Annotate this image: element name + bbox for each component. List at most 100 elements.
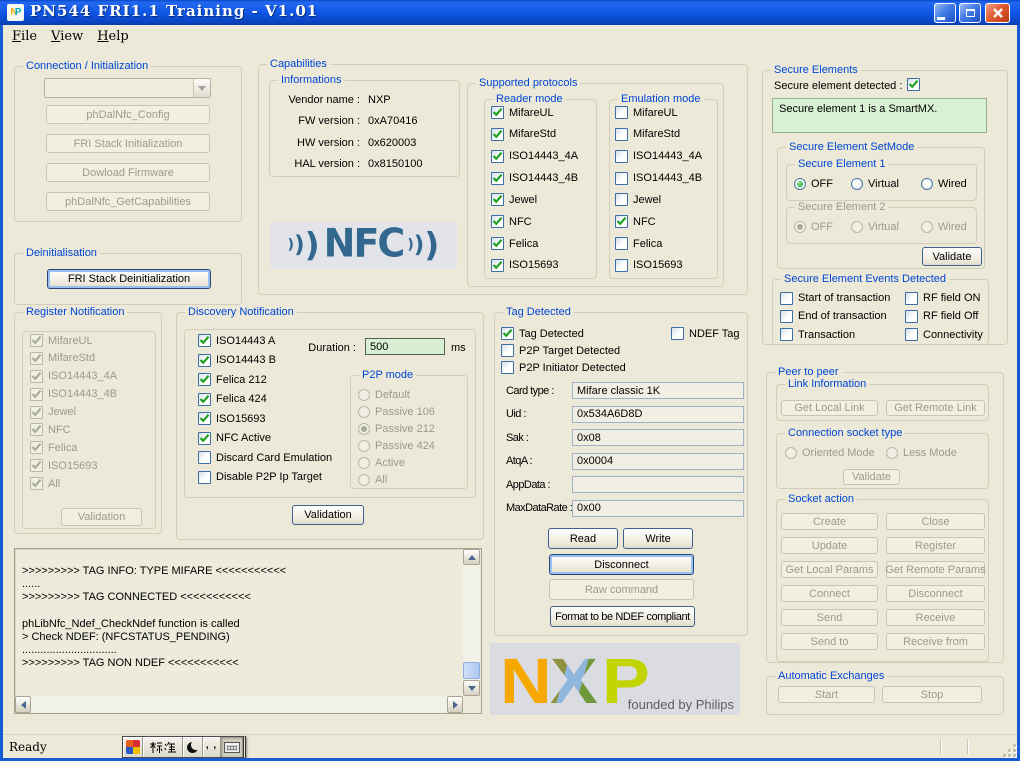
- checkbox-p2p-target-detected[interactable]: [501, 344, 514, 357]
- radio-off[interactable]: [794, 178, 806, 190]
- ime-fullwidth-moon-icon[interactable]: [183, 737, 203, 757]
- ime-program-icon[interactable]: [123, 737, 143, 757]
- phdalnfc-config-button[interactable]: phDalNfc_Config: [46, 105, 210, 124]
- scroll-up-button[interactable]: [463, 549, 480, 565]
- radio-default[interactable]: [358, 389, 370, 401]
- send-to-button[interactable]: Send to: [781, 633, 878, 650]
- checkbox-all[interactable]: [30, 477, 43, 490]
- checkbox-ndef-tag[interactable]: [671, 327, 684, 340]
- log-output[interactable]: >>>>>>>>> TAG INFO: TYPE MIFARE <<<<<<<<…: [14, 548, 482, 714]
- checkbox-rf-field-on[interactable]: [905, 291, 918, 305]
- checkbox-mifarestd[interactable]: [615, 127, 628, 141]
- duration-input[interactable]: 500: [365, 338, 445, 355]
- checkbox-p2p-initiator-detected[interactable]: [501, 361, 514, 374]
- checkbox-nfc[interactable]: [30, 423, 43, 437]
- radio-less-mode[interactable]: [886, 447, 898, 459]
- checkbox-mifarestd[interactable]: [491, 127, 504, 141]
- checkbox-discard-card-emulation[interactable]: [198, 451, 211, 465]
- receive-from-button[interactable]: Receive from: [886, 633, 985, 650]
- connection-combobox[interactable]: [44, 78, 211, 98]
- checkbox-nfc[interactable]: [615, 215, 628, 229]
- radio-oriented-mode[interactable]: [785, 447, 797, 459]
- checkbox-iso14443-b[interactable]: [198, 353, 211, 367]
- checkbox-iso14443-4b[interactable]: [615, 171, 628, 185]
- menu-file[interactable]: File: [8, 27, 47, 46]
- radio-virtual[interactable]: [851, 221, 863, 233]
- title-bar[interactable]: NP PN544 FRI1.1 Training - V1.01: [0, 0, 1020, 25]
- log-vertical-scrollbar[interactable]: [463, 549, 480, 696]
- socket-type-validate-button[interactable]: Validate: [843, 469, 900, 485]
- ime-toolbar[interactable]: , ,: [122, 736, 246, 758]
- checkbox-mifareul[interactable]: [491, 106, 504, 119]
- radio-off[interactable]: [794, 221, 806, 233]
- radio-wired[interactable]: [921, 178, 933, 190]
- fri-stack-deinitialization-button[interactable]: FRI Stack Deinitialization: [47, 269, 211, 289]
- checkbox-secure-element-detected[interactable]: [907, 78, 920, 91]
- connect-button[interactable]: Connect: [781, 585, 878, 602]
- secure-validate-button[interactable]: Validate: [922, 247, 982, 266]
- get-local-params-button[interactable]: Get Local Params: [781, 561, 878, 578]
- field-input[interactable]: 0x534A6D8D: [572, 405, 744, 423]
- radio-virtual[interactable]: [851, 178, 863, 190]
- checkbox-mifareul[interactable]: [615, 106, 628, 119]
- menu-help[interactable]: Help: [93, 27, 139, 46]
- create-button[interactable]: Create: [781, 513, 878, 530]
- checkbox-felica[interactable]: [491, 237, 504, 251]
- checkbox-felica-424[interactable]: [198, 392, 211, 406]
- checkbox-nfc[interactable]: [491, 215, 504, 229]
- resize-grip[interactable]: [1003, 744, 1016, 757]
- field-input[interactable]: [572, 476, 744, 494]
- disconnect-button[interactable]: Disconnect: [886, 585, 985, 602]
- scroll-right-button[interactable]: [447, 696, 463, 713]
- checkbox-start-of-transaction[interactable]: [780, 291, 793, 305]
- scroll-left-button[interactable]: [15, 696, 31, 713]
- checkbox-felica-212[interactable]: [198, 373, 211, 387]
- checkbox-iso14443-4a[interactable]: [30, 369, 43, 383]
- radio-passive-424[interactable]: [358, 440, 370, 452]
- discovery-validation-button[interactable]: Validation: [292, 505, 364, 525]
- combobox-dropdown-button[interactable]: [193, 79, 210, 97]
- radio-passive-106[interactable]: [358, 406, 370, 418]
- checkbox-transaction[interactable]: [780, 328, 793, 342]
- radio-wired[interactable]: [921, 221, 933, 233]
- checkbox-iso14443-4a[interactable]: [615, 149, 628, 163]
- field-input[interactable]: 0x0004: [572, 452, 744, 470]
- checkbox-mifarestd[interactable]: [30, 351, 43, 365]
- raw-command-button[interactable]: Raw command: [549, 579, 694, 600]
- scrollbar-thumb[interactable]: [463, 662, 480, 679]
- checkbox-end-of-transaction[interactable]: [780, 309, 793, 323]
- checkbox-disable-p2p-ip-target[interactable]: [198, 470, 211, 484]
- checkbox-rf-field-off[interactable]: [905, 309, 918, 323]
- ime-keyboard-icon[interactable]: [221, 737, 243, 757]
- start-button[interactable]: Start: [778, 686, 875, 703]
- checkbox-iso14443-4b[interactable]: [491, 171, 504, 185]
- checkbox-felica[interactable]: [30, 441, 43, 455]
- checkbox-jewel[interactable]: [30, 405, 43, 419]
- menu-view[interactable]: View: [47, 27, 93, 46]
- checkbox-iso15693[interactable]: [198, 412, 211, 426]
- get-local-link-button[interactable]: Get Local Link: [781, 400, 878, 416]
- checkbox-iso15693[interactable]: [30, 459, 43, 473]
- write-button[interactable]: Write: [623, 528, 693, 549]
- maximize-button[interactable]: [959, 3, 981, 23]
- log-horizontal-scrollbar[interactable]: [15, 696, 463, 713]
- close-button[interactable]: [985, 3, 1010, 23]
- field-input[interactable]: Mifare classic 1K: [572, 382, 744, 399]
- checkbox-iso15693[interactable]: [491, 258, 504, 272]
- field-input[interactable]: 0x08: [572, 429, 744, 447]
- fri-stack-initialization-button[interactable]: FRI Stack Initialization: [46, 134, 210, 153]
- register-validation-button[interactable]: Validation: [61, 508, 142, 526]
- close-button[interactable]: Close: [886, 513, 985, 530]
- checkbox-mifareul[interactable]: [30, 334, 43, 347]
- checkbox-iso15693[interactable]: [615, 258, 628, 272]
- update-button[interactable]: Update: [781, 537, 878, 554]
- disconnect-button[interactable]: Disconnect: [549, 554, 694, 575]
- checkbox-jewel[interactable]: [491, 193, 504, 207]
- send-button[interactable]: Send: [781, 609, 878, 626]
- register-button[interactable]: Register: [886, 537, 985, 554]
- radio-all[interactable]: [358, 474, 370, 486]
- format-ndef-button[interactable]: Format to be NDEF compliant: [550, 606, 695, 627]
- checkbox-nfc-active[interactable]: [198, 431, 211, 445]
- checkbox-iso14443-4b[interactable]: [30, 387, 43, 401]
- stop-button[interactable]: Stop: [882, 686, 982, 703]
